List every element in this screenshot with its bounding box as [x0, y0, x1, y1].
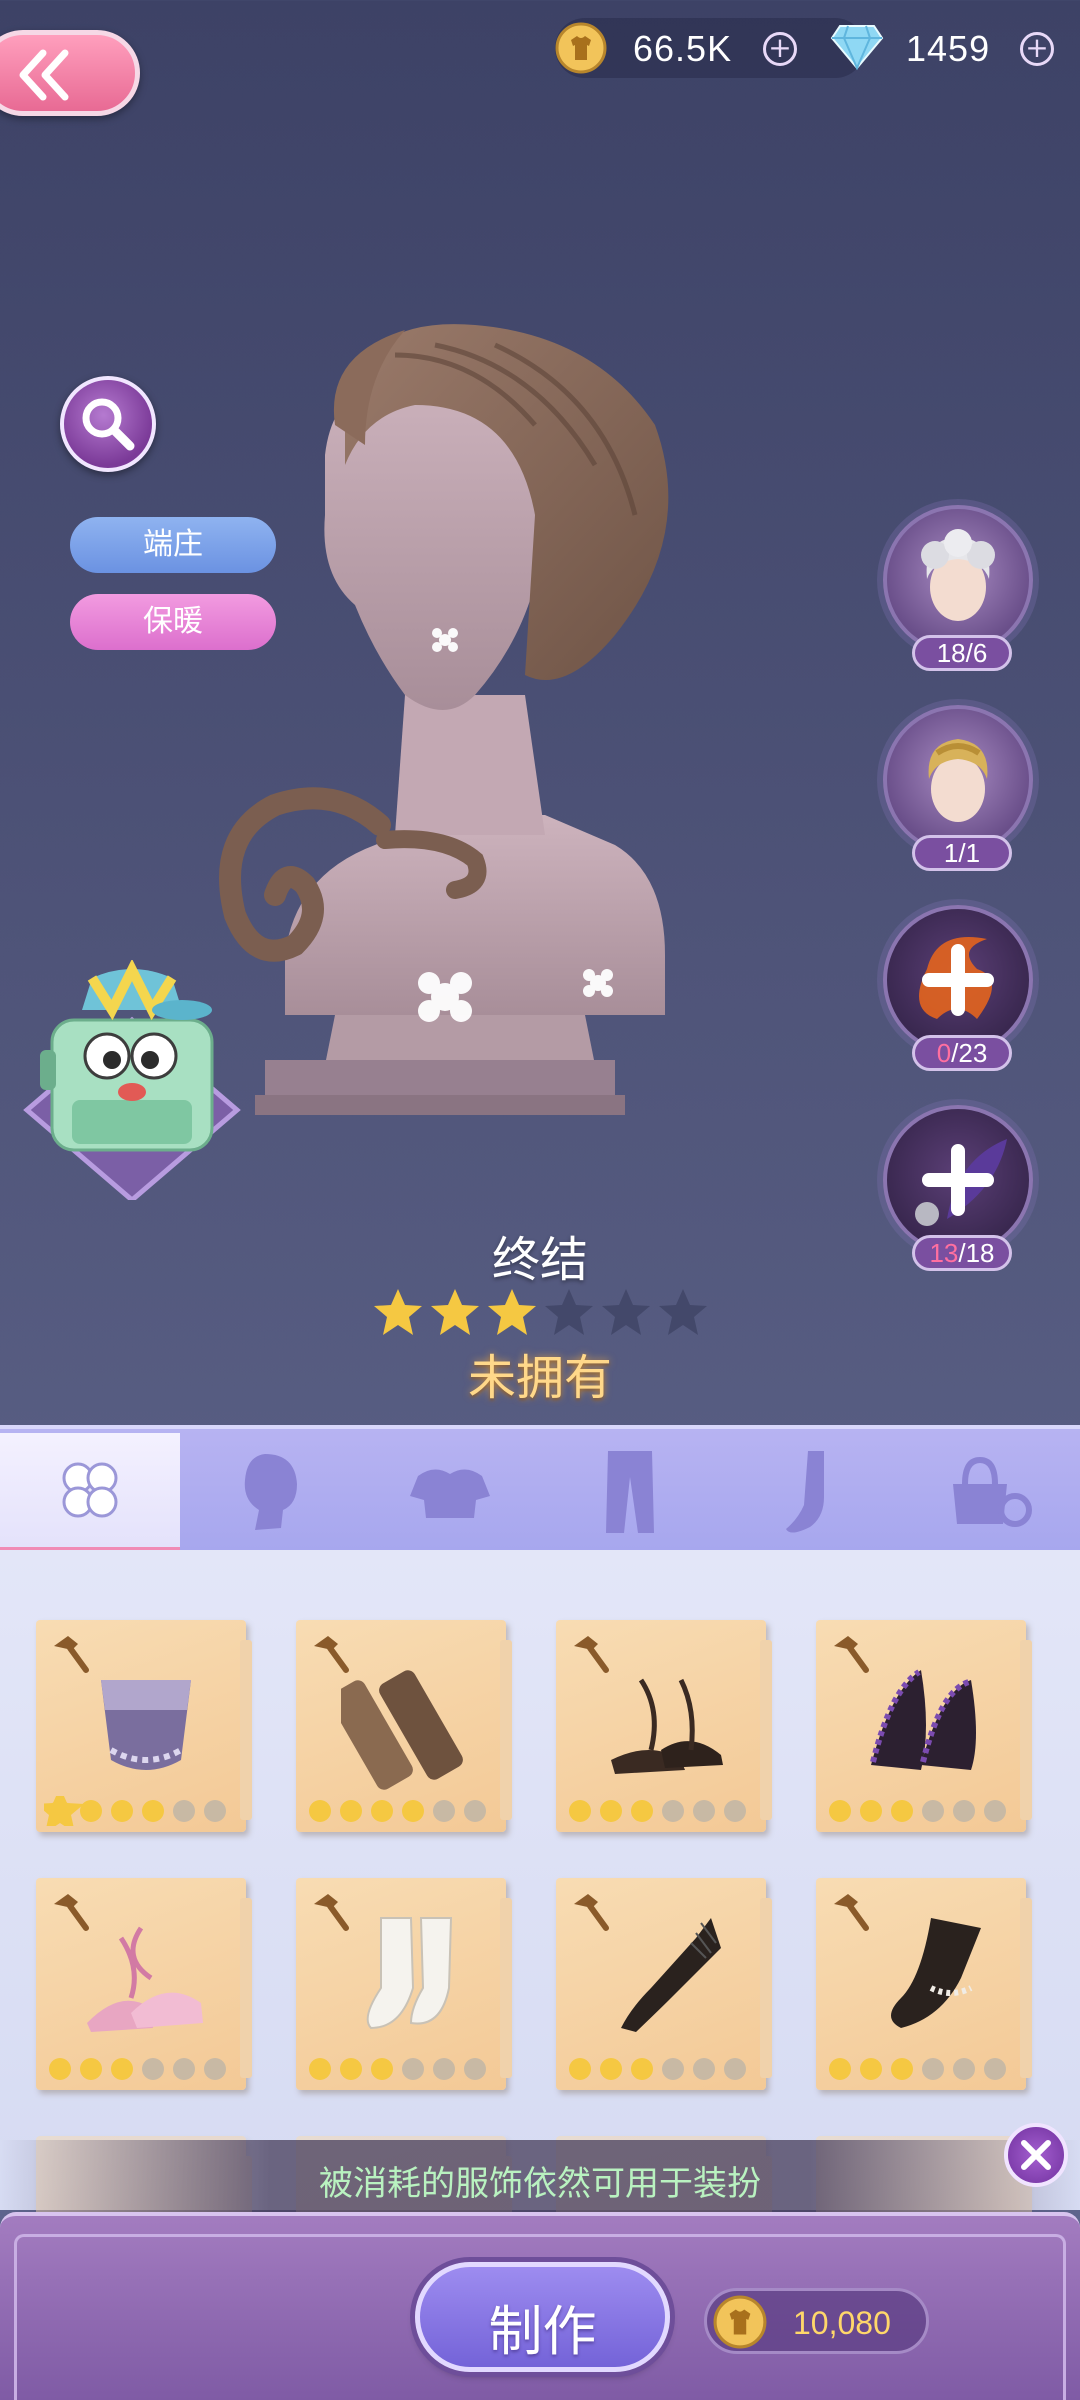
card-rating-3: [829, 2058, 1006, 2080]
rating-stars: [374, 1289, 707, 1335]
black-strappy-heels-icon: [611, 1678, 723, 1774]
silver-hair-head-icon: [921, 529, 995, 621]
card-rating-3: [569, 1800, 746, 1822]
craft-cost: 10,080: [704, 2288, 929, 2354]
double-chevron-left-icon: [19, 49, 69, 101]
star-empty: [545, 1289, 593, 1335]
sewing-machine-mascot[interactable]: [22, 960, 242, 1200]
top-icon: [410, 1469, 490, 1518]
tab-accessories[interactable]: [900, 1433, 1080, 1551]
orange-material-add-icon: [919, 937, 994, 1019]
gold-coin-icon: [713, 2295, 767, 2349]
gold-coin-icon: [555, 22, 607, 74]
bag-accessory-icon: [953, 1456, 1032, 1527]
jeweled-top-icon: [101, 1680, 191, 1770]
hair-slot-silver[interactable]: 18/6: [883, 505, 1033, 671]
card-rating-3: [309, 2058, 486, 2080]
item-card-lace-glove[interactable]: [556, 1878, 772, 2090]
card-rating-3: [569, 2058, 746, 2080]
diamond-amount: 1459: [906, 28, 991, 69]
gold-currency: 66.5K +: [555, 18, 865, 78]
star-filled: [488, 1289, 536, 1335]
clover-icon: [62, 1462, 118, 1518]
item-card-leg-wraps[interactable]: [296, 1620, 512, 1832]
card-rating-4: [44, 1796, 226, 1826]
star-empty: [602, 1289, 650, 1335]
item-card-pearl-gloves[interactable]: [816, 1878, 1032, 2090]
card-rating-3: [829, 1800, 1006, 1822]
item-name: 终结: [491, 1232, 588, 1288]
tab-all[interactable]: [0, 1433, 180, 1551]
foot-icon: [786, 1451, 824, 1533]
pants-icon: [606, 1451, 654, 1533]
search-button[interactable]: [60, 376, 156, 472]
blonde-hair-head-icon: [928, 739, 988, 822]
close-icon: [1021, 2140, 1051, 2170]
card-rating-4: [309, 1800, 486, 1822]
slot-count: 1/1: [912, 835, 1012, 871]
slot-count: 18/6: [912, 635, 1012, 671]
close-banner-button[interactable]: [1004, 2123, 1068, 2187]
info-banner-text: 被消耗的服饰依然可用于装扮: [319, 2164, 761, 2204]
gold-amount: 66.5K: [633, 28, 733, 69]
add-gold-button[interactable]: +: [763, 32, 797, 66]
info-banner: 被消耗的服饰依然可用于装扮: [0, 2140, 1080, 2220]
hairstyle-icon: [244, 1454, 297, 1530]
white-gloves-icon: [366, 1917, 453, 2030]
craft-cost-value: 10,080: [793, 2305, 891, 2341]
leg-wraps-icon: [341, 1670, 463, 1790]
craft-button[interactable]: 制作: [415, 2262, 670, 2372]
hairstyle-preview-mannequin[interactable]: [215, 315, 815, 1215]
item-card-jeweled-top[interactable]: [36, 1620, 252, 1832]
star-filled: [374, 1289, 422, 1335]
purple-ruffle-heels-icon: [870, 1669, 976, 1770]
add-diamond-button[interactable]: +: [1020, 32, 1054, 66]
tab-bottoms[interactable]: [540, 1433, 720, 1551]
item-card-white-gloves[interactable]: [296, 1878, 512, 2090]
card-rating-3: [49, 2058, 226, 2080]
item-card-pink-heels[interactable]: [36, 1878, 252, 2090]
back-button[interactable]: [0, 30, 140, 116]
item-card-black-heels[interactable]: [556, 1620, 772, 1832]
black-pearl-gloves-icon: [891, 1918, 981, 2028]
material-slot-orange[interactable]: 0/23: [883, 905, 1033, 1071]
black-lace-glove-icon: [621, 1918, 721, 2032]
star-filled: [431, 1289, 479, 1335]
search-icon: [82, 398, 135, 451]
craft-button-label: 制作: [488, 2300, 597, 2363]
hair-slot-blonde[interactable]: 1/1: [883, 705, 1033, 871]
slot-count: 0/23: [912, 1035, 1012, 1071]
tab-top[interactable]: [360, 1433, 540, 1551]
item-grid: [0, 1550, 1080, 2348]
diamond-icon: [830, 25, 884, 70]
star-empty: [659, 1289, 707, 1335]
category-tab-bar: [0, 1425, 1080, 1551]
ownership-status: 未拥有: [467, 1350, 612, 1406]
diamond-currency: 1459 +: [830, 18, 1075, 78]
tab-hairstyle[interactable]: [180, 1433, 360, 1551]
tab-shoes[interactable]: [720, 1433, 900, 1551]
pink-ribbon-heels-icon: [87, 1926, 203, 2032]
item-card-ruffle-heels[interactable]: [816, 1620, 1032, 1832]
